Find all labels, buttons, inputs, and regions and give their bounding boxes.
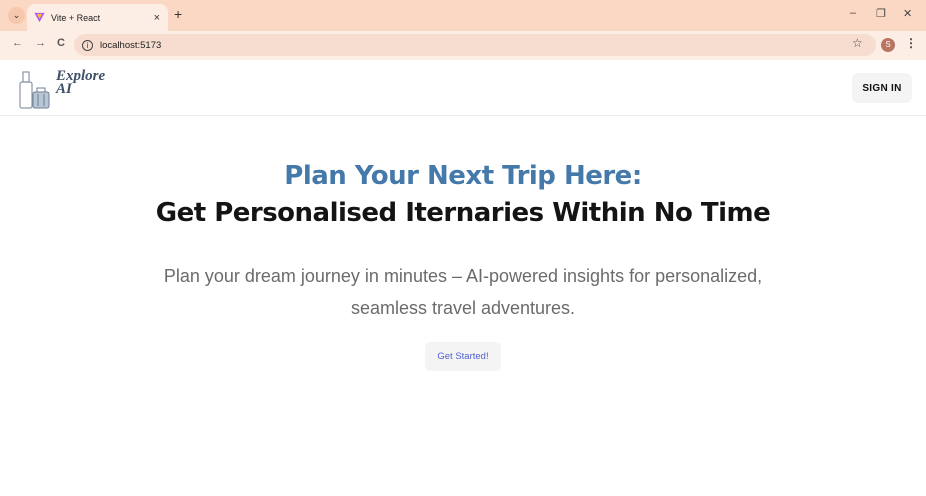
hero-title-accent: Plan Your Next Trip Here: (284, 161, 642, 191)
sign-in-button[interactable]: SIGN IN (852, 73, 912, 103)
new-tab-icon[interactable]: + (174, 6, 182, 22)
site-logo[interactable]: Explore AI (18, 68, 108, 110)
url-text: localhost:5173 (100, 39, 162, 51)
tab-title: Vite + React (51, 12, 101, 23)
back-icon[interactable]: ← (12, 37, 23, 49)
browser-tab[interactable]: Vite + React × (27, 4, 168, 31)
forward-icon[interactable]: → (35, 37, 46, 49)
hero-title-main: Get Personalised Iternaries Within No Ti… (155, 198, 771, 228)
browser-toolbar: ← → C i localhost:5173 ☆ S ⋮ (0, 31, 926, 60)
luggage-logo-icon (19, 71, 50, 109)
logo-wordmark: Explore AI (56, 69, 105, 97)
browser-tabstrip: ⌄ Vite + React × + – ❐ ✕ (0, 0, 926, 31)
close-window-icon[interactable]: ✕ (903, 7, 912, 20)
get-started-button[interactable]: Get Started! (425, 342, 501, 371)
restore-icon[interactable]: ❐ (876, 7, 886, 20)
vite-favicon-icon (34, 12, 45, 23)
reload-icon[interactable]: C (57, 37, 65, 49)
bookmark-star-icon[interactable]: ☆ (852, 36, 863, 50)
tab-close-icon[interactable]: × (154, 12, 160, 24)
browser-menu-icon[interactable]: ⋮ (905, 36, 917, 50)
minimize-icon[interactable]: – (850, 7, 856, 19)
logo-word-ai: AI (56, 81, 72, 97)
profile-avatar[interactable]: S (881, 38, 895, 52)
tab-search-chevron-icon[interactable]: ⌄ (8, 7, 25, 24)
site-info-icon[interactable]: i (82, 39, 93, 51)
site-header: Explore AI SIGN IN (0, 60, 926, 116)
hero-subtitle: Plan your dream journey in minutes – AI-… (163, 266, 763, 318)
address-bar[interactable]: i localhost:5173 (74, 34, 876, 56)
